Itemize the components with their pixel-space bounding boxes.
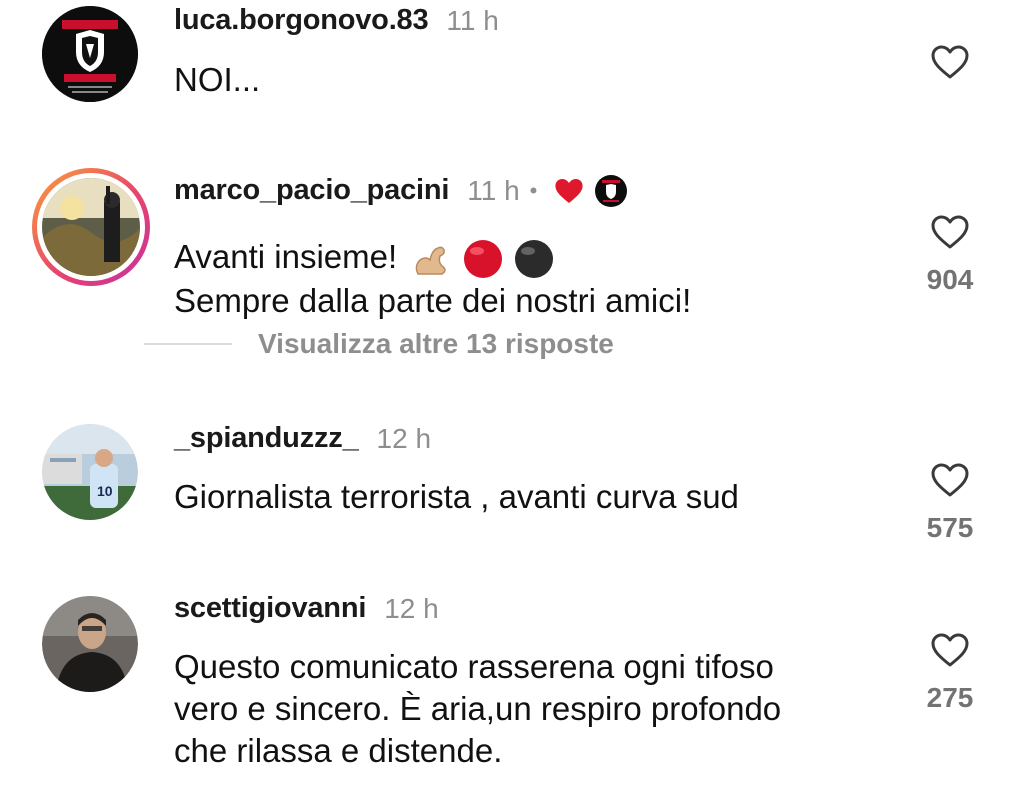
profile-photo: 10 (42, 424, 138, 520)
comment-meta: marco_pacio_pacini 11 h • (174, 174, 628, 207)
comment-meta: scettigiovanni 12 h (174, 592, 439, 625)
black-circle-emoji (514, 240, 553, 279)
avatar-with-story-ring[interactable] (32, 168, 150, 286)
comment-text: NOI... (174, 61, 261, 98)
avatar[interactable]: 10 (42, 424, 138, 520)
heart-outline-icon[interactable] (930, 462, 970, 498)
timestamp: 12 h (384, 592, 439, 624)
club-crest-image (42, 6, 138, 102)
red-circle-emoji (463, 240, 502, 279)
avatar[interactable] (42, 596, 138, 692)
like-count: 575 (926, 512, 974, 543)
like-control[interactable]: 904 (910, 214, 990, 296)
comment-text: Avanti insieme! Sempre dalla parte dei n… (174, 238, 692, 320)
comment-meta: luca.borgonovo.83 11 h (174, 4, 499, 37)
view-replies-label[interactable]: Visualizza altre 13 risposte (258, 328, 614, 360)
username[interactable]: marco_pacio_pacini (174, 174, 449, 207)
username[interactable]: _spianduzzz_ (174, 422, 359, 455)
flexed-biceps-emoji (416, 246, 447, 276)
like-control[interactable]: 275 (910, 632, 990, 714)
svg-text:10: 10 (97, 483, 113, 499)
avatar[interactable] (42, 6, 138, 102)
replies-divider (144, 343, 232, 345)
view-replies-link[interactable]: Visualizza altre 13 risposte (144, 328, 614, 360)
heart-outline-icon[interactable] (930, 632, 970, 668)
username[interactable]: scettigiovanni (174, 592, 366, 625)
heart-filled-icon (555, 178, 583, 203)
username[interactable]: luca.borgonovo.83 (174, 4, 429, 37)
like-count: 904 (926, 264, 974, 295)
heart-outline-icon[interactable] (930, 214, 970, 250)
like-control[interactable]: 575 (910, 462, 990, 544)
club-logo-icon (595, 174, 628, 207)
like-count: 275 (926, 682, 974, 713)
timestamp: 11 h (446, 4, 499, 36)
comment-text: Giornalista terrorista , avanti curva su… (174, 478, 739, 515)
timestamp: 12 h (376, 422, 432, 454)
timestamp: 11 h (467, 174, 520, 206)
like-control[interactable] (910, 44, 990, 80)
profile-photo (42, 178, 140, 276)
separator-dot: • (529, 177, 538, 203)
heart-outline-icon[interactable] (930, 44, 970, 80)
comment-text: Questo comunicato rasserena ogni tifoso … (174, 648, 782, 769)
profile-photo (42, 596, 138, 692)
comment-meta: _spianduzzz_ 12 h (174, 422, 431, 455)
